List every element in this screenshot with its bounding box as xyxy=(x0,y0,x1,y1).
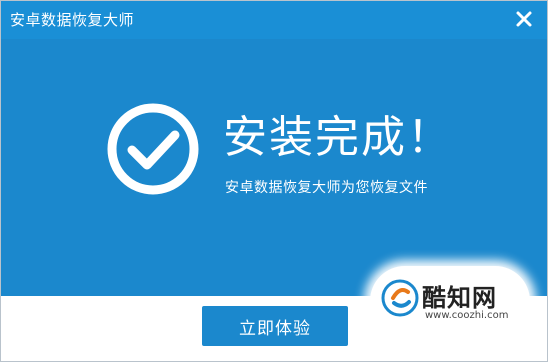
start-now-button[interactable]: 立即体验 xyxy=(202,306,348,346)
window-title: 安卓数据恢复大师 xyxy=(10,11,135,29)
completion-headline: 安装完成！ xyxy=(223,112,453,163)
close-icon xyxy=(516,11,532,27)
close-button[interactable] xyxy=(514,9,534,29)
watermark: 酷知网 www.coozhi.com xyxy=(370,266,530,336)
title-bar[interactable]: 安卓数据恢复大师 xyxy=(1,1,547,39)
check-circle-icon xyxy=(107,103,199,195)
watermark-name: 酷知网 xyxy=(422,284,497,312)
completion-subtext: 安卓数据恢复大师为您恢复文件 xyxy=(225,180,428,196)
watermark-url: www.coozhi.com xyxy=(425,310,509,321)
coozhi-logo-icon xyxy=(381,279,419,317)
success-panel: 安装完成！ 安卓数据恢复大师为您恢复文件 xyxy=(1,39,547,296)
